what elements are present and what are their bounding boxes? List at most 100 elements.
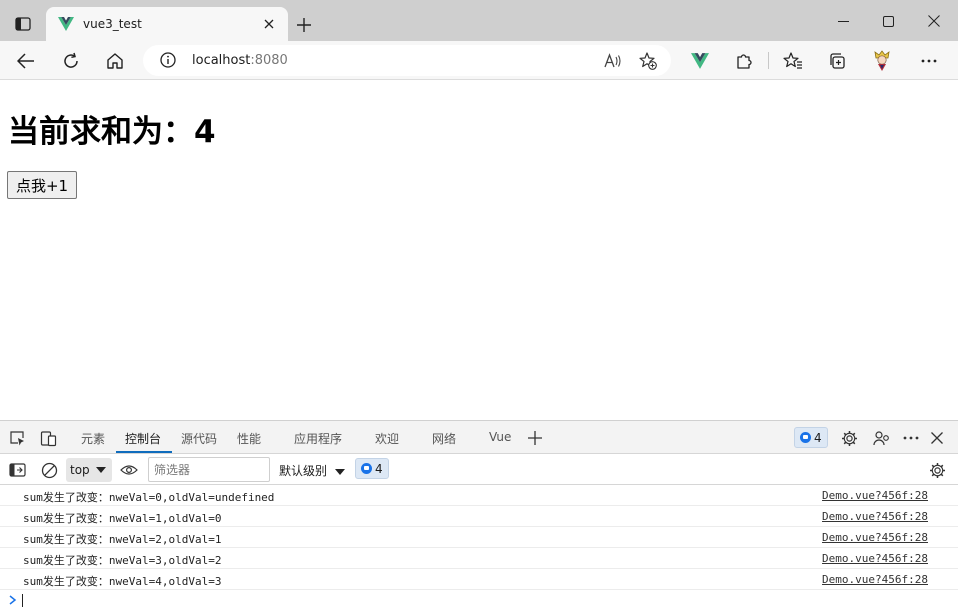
refresh-icon bbox=[64, 52, 78, 68]
console-message-count: 4 bbox=[375, 461, 383, 476]
url-text: localhost:8080 bbox=[192, 53, 288, 68]
back-button[interactable] bbox=[14, 49, 38, 73]
minimize-icon bbox=[837, 20, 849, 22]
new-tab-button[interactable] bbox=[293, 14, 315, 36]
profile-button[interactable] bbox=[870, 49, 894, 73]
devtools-tab-network[interactable]: 网络 bbox=[432, 430, 456, 447]
issues-count: 4 bbox=[814, 430, 822, 445]
tab-close-button[interactable] bbox=[260, 15, 278, 33]
console-message: sum发生了改变：nweVal=0,oldVal=undefined Demo.… bbox=[0, 485, 958, 506]
minimize-button[interactable] bbox=[832, 10, 854, 32]
title-bar: vue3_test bbox=[0, 0, 958, 41]
message-bubble-icon bbox=[800, 432, 811, 443]
close-devtools-button[interactable] bbox=[928, 429, 946, 447]
feedback-button[interactable] bbox=[872, 429, 890, 447]
console-message-text: sum发生了改变：nweVal=2,oldVal=1 bbox=[23, 533, 222, 546]
devtools-tab-elements[interactable]: 元素 bbox=[81, 430, 105, 447]
more-horizontal-icon bbox=[903, 436, 919, 440]
chevron-down-icon bbox=[96, 467, 106, 473]
clear-console-button[interactable] bbox=[40, 461, 58, 479]
url-port: :8080 bbox=[250, 53, 288, 68]
url-host: localhost bbox=[192, 53, 251, 68]
feedback-icon bbox=[872, 430, 889, 445]
read-aloud-button[interactable] bbox=[603, 51, 623, 71]
console-source-link[interactable]: Demo.vue?456f:28 bbox=[822, 531, 928, 544]
console-filter-bar: top 默认级别 4 bbox=[0, 454, 958, 485]
eye-icon bbox=[120, 465, 138, 475]
console-filter-input[interactable] bbox=[148, 457, 270, 482]
console-message-text: sum发生了改变：nweVal=0,oldVal=undefined bbox=[23, 491, 275, 504]
devtools-panel: 元素 控制台 源代码 性能 应用程序 欢迎 网络 Vue 4 top 筛选器 默… bbox=[0, 420, 958, 607]
console-source-link[interactable]: Demo.vue?456f:28 bbox=[822, 489, 928, 502]
back-arrow-icon bbox=[17, 53, 34, 69]
add-favorite-button[interactable] bbox=[638, 51, 658, 71]
active-tab-indicator bbox=[116, 451, 172, 453]
extensions-button[interactable] bbox=[732, 49, 756, 73]
maximize-button[interactable] bbox=[877, 10, 899, 32]
info-icon bbox=[160, 52, 176, 68]
devtools-tab-console[interactable]: 控制台 bbox=[125, 430, 161, 447]
profile-avatar-icon bbox=[874, 50, 890, 71]
plus-icon bbox=[528, 431, 542, 445]
home-icon bbox=[107, 53, 123, 69]
close-icon bbox=[264, 19, 274, 29]
close-window-button[interactable] bbox=[923, 10, 945, 32]
vue-logo-icon bbox=[691, 53, 709, 69]
device-toolbar-icon bbox=[40, 430, 56, 446]
devtools-tab-bar: 元素 控制台 源代码 性能 应用程序 欢迎 网络 Vue 4 bbox=[0, 421, 958, 454]
maximize-icon bbox=[882, 15, 894, 27]
browser-tab[interactable]: vue3_test bbox=[46, 7, 288, 41]
puzzle-icon bbox=[737, 54, 752, 69]
sidebar-toggle-icon bbox=[8, 463, 26, 477]
close-icon bbox=[931, 432, 943, 444]
devtools-tab-application[interactable]: 应用程序 bbox=[294, 430, 342, 447]
live-expression-button[interactable] bbox=[120, 461, 138, 479]
text-cursor bbox=[22, 594, 23, 607]
refresh-button[interactable] bbox=[59, 49, 83, 73]
prompt-chevron-icon bbox=[9, 595, 17, 605]
console-source-link[interactable]: Demo.vue?456f:28 bbox=[822, 552, 928, 565]
favorites-button[interactable] bbox=[781, 49, 805, 73]
gear-icon bbox=[929, 462, 945, 478]
tab-title: vue3_test bbox=[83, 17, 142, 31]
console-settings-button[interactable] bbox=[928, 461, 946, 479]
console-prompt[interactable] bbox=[0, 590, 958, 607]
log-levels-label: 默认级别 bbox=[279, 464, 328, 478]
tab-actions-button[interactable] bbox=[8, 11, 38, 37]
collections-button[interactable] bbox=[825, 49, 849, 73]
address-bar[interactable]: localhost:8080 bbox=[143, 45, 671, 76]
vue-devtools-extension-button[interactable] bbox=[688, 49, 712, 73]
settings-more-button[interactable] bbox=[917, 49, 941, 73]
devtools-more-button[interactable] bbox=[902, 429, 920, 447]
gear-icon bbox=[841, 430, 857, 446]
increment-button[interactable]: 点我+1 bbox=[7, 171, 77, 199]
console-message: sum发生了改变：nweVal=2,oldVal=1 Demo.vue?456f… bbox=[0, 527, 958, 548]
devtools-tab-welcome[interactable]: 欢迎 bbox=[375, 430, 399, 447]
issues-badge[interactable]: 4 bbox=[794, 427, 828, 448]
more-horizontal-icon bbox=[921, 59, 937, 63]
inspect-element-button[interactable] bbox=[8, 429, 26, 447]
devtools-tab-vue[interactable]: Vue bbox=[489, 430, 511, 444]
console-source-link[interactable]: Demo.vue?456f:28 bbox=[822, 573, 928, 586]
toggle-sidebar-button[interactable] bbox=[8, 461, 26, 479]
console-output: sum发生了改变：nweVal=0,oldVal=undefined Demo.… bbox=[0, 485, 958, 607]
devtools-tab-performance[interactable]: 性能 bbox=[237, 430, 261, 447]
more-tools-button[interactable] bbox=[526, 429, 544, 447]
console-message-text: sum发生了改变：nweVal=4,oldVal=3 bbox=[23, 575, 222, 588]
console-source-link[interactable]: Demo.vue?456f:28 bbox=[822, 510, 928, 523]
device-emulation-button[interactable] bbox=[39, 429, 57, 447]
execution-context-select[interactable]: top bbox=[66, 458, 112, 482]
console-message: sum发生了改变：nweVal=4,oldVal=3 Demo.vue?456f… bbox=[0, 569, 958, 590]
vue-favicon-icon bbox=[58, 17, 74, 31]
collections-icon bbox=[830, 53, 845, 69]
devtools-tab-sources[interactable]: 源代码 bbox=[181, 430, 217, 447]
console-message-count-badge[interactable]: 4 bbox=[355, 458, 389, 479]
context-value: top bbox=[70, 463, 90, 477]
console-message-text: sum发生了改变：nweVal=1,oldVal=0 bbox=[23, 512, 222, 525]
console-message-text: sum发生了改变：nweVal=3,oldVal=2 bbox=[23, 554, 222, 567]
star-add-icon bbox=[639, 52, 657, 70]
favorites-star-icon bbox=[783, 52, 802, 69]
devtools-settings-button[interactable] bbox=[840, 429, 858, 447]
log-levels-dropdown[interactable]: 默认级别 bbox=[279, 462, 346, 479]
home-button[interactable] bbox=[103, 49, 127, 73]
